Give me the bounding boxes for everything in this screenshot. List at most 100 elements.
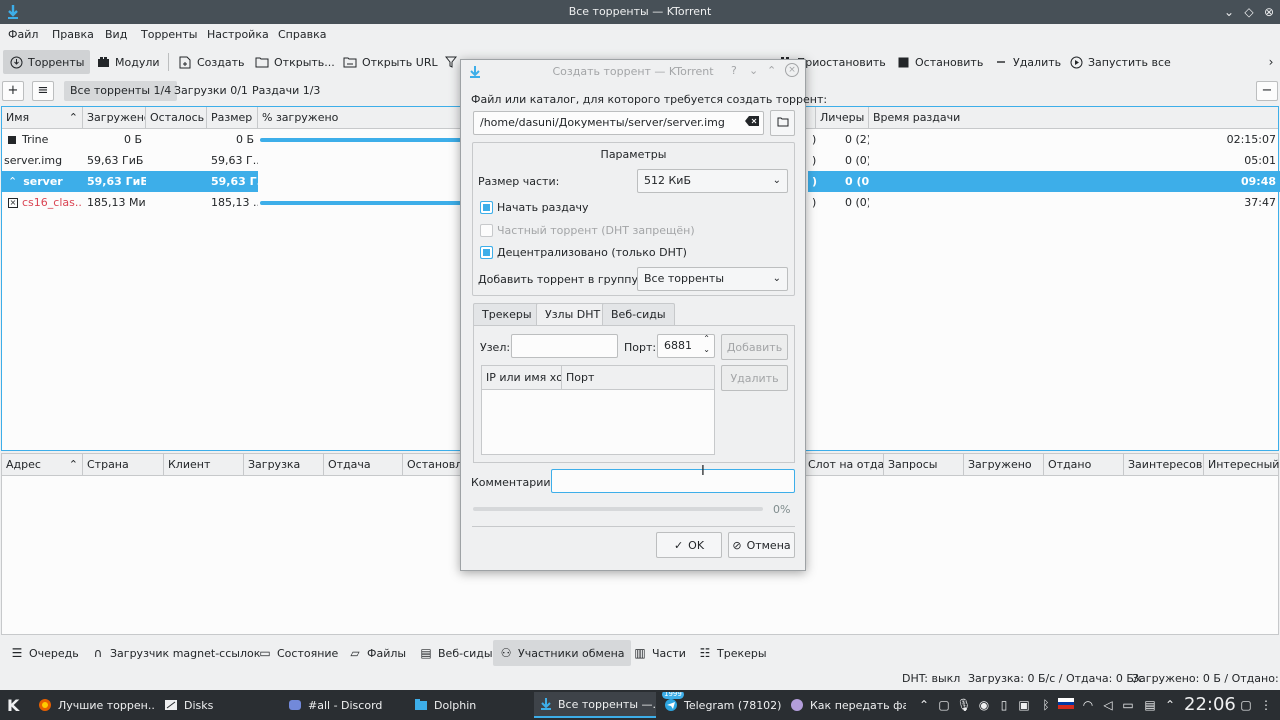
- modules-button[interactable]: Модули: [90, 50, 166, 74]
- spin-arrows-icon[interactable]: ⌃ ⌄: [703, 335, 710, 355]
- tab-chunks[interactable]: ▥ Части: [627, 640, 692, 666]
- task-telegram[interactable]: 1999 Telegram (78102): [658, 692, 782, 718]
- menu-file[interactable]: Файл: [8, 28, 38, 41]
- show-desktop-icon[interactable]: ▢: [1238, 697, 1254, 713]
- column-downloaded[interactable]: Загружено: [964, 454, 1044, 476]
- remove-node-button[interactable]: Удалить: [721, 365, 788, 391]
- tab-queue[interactable]: ☰ Очередь: [4, 640, 85, 666]
- nodes-table[interactable]: IP или имя хо Порт: [481, 365, 715, 455]
- tray-chevron-icon[interactable]: ⌃: [916, 697, 932, 713]
- add-group-button[interactable]: +: [2, 81, 24, 101]
- tab-peers[interactable]: ⚇ Участники обмена: [493, 640, 631, 666]
- tab-status[interactable]: ▭ Состояние: [252, 640, 344, 666]
- toolbar-overflow-button[interactable]: ›: [1258, 50, 1280, 74]
- column-uploaded[interactable]: Отдано: [1044, 454, 1124, 476]
- tray-notes-icon[interactable]: ▤: [1142, 697, 1158, 713]
- tray-device-icon[interactable]: ▣: [1016, 697, 1032, 713]
- tab-webseeds[interactable]: Веб-сиды: [602, 303, 675, 325]
- maximize-icon[interactable]: ◇: [1240, 3, 1258, 21]
- task-discord[interactable]: #all - Discord: [282, 692, 406, 718]
- menu-settings[interactable]: Настройка: [207, 28, 269, 41]
- browse-button[interactable]: [770, 110, 795, 136]
- group-tab-all[interactable]: Все торренты 1/4: [64, 81, 178, 101]
- task-disks[interactable]: Disks: [158, 692, 278, 718]
- column-seed-time[interactable]: Время раздачи: [869, 107, 1280, 129]
- column-country[interactable]: Страна: [83, 454, 164, 476]
- minimize-icon[interactable]: ⌄: [1220, 3, 1238, 21]
- tray-clipboard-icon[interactable]: ▢: [936, 697, 952, 713]
- app-launcher-button[interactable]: K: [2, 692, 28, 718]
- column-upload[interactable]: Отдача: [324, 454, 403, 476]
- dialog-maximize-icon[interactable]: ⌃: [767, 64, 776, 77]
- column-size[interactable]: Размер: [207, 107, 258, 129]
- tray-menu-icon[interactable]: ⋮: [1258, 697, 1274, 713]
- menu-edit[interactable]: Правка: [52, 28, 94, 41]
- group-select[interactable]: Все торренты ⌄: [637, 267, 788, 291]
- chunk-size-select[interactable]: 512 КиБ ⌄: [637, 169, 788, 193]
- tray-microphone-icon[interactable]: 🎙: [956, 697, 972, 713]
- remove-group-button[interactable]: −: [1256, 81, 1278, 101]
- menu-torrents[interactable]: Торренты: [141, 28, 197, 41]
- task-firefox[interactable]: Лучшие торрен...: [32, 692, 156, 718]
- column-name[interactable]: Имя ⌃: [2, 107, 83, 129]
- column-remaining[interactable]: Осталось: [146, 107, 207, 129]
- ok-button[interactable]: ✓ OK: [656, 532, 722, 558]
- column-upload-slot[interactable]: Слот на отдач: [804, 454, 884, 476]
- tab-trackers[interactable]: ☷ Трекеры: [692, 640, 773, 666]
- node-input[interactable]: [511, 334, 618, 358]
- column-requests[interactable]: Запросы: [884, 454, 964, 476]
- port-spinbox[interactable]: 6881 ⌃ ⌄: [657, 334, 715, 358]
- menu-help[interactable]: Справка: [278, 28, 326, 41]
- remove-button[interactable]: Удалить: [988, 50, 1067, 74]
- column-download[interactable]: Загрузка: [244, 454, 324, 476]
- task-dolphin[interactable]: Dolphin: [408, 692, 532, 718]
- tab-magnet[interactable]: ∩ Загрузчик magnet-ссылок: [85, 640, 266, 666]
- tray-battery-icon[interactable]: ▯: [996, 697, 1012, 713]
- open-button[interactable]: Открыть...: [249, 50, 341, 74]
- tab-dht-nodes[interactable]: Узлы DHT: [536, 303, 610, 326]
- clear-text-icon[interactable]: [745, 112, 759, 134]
- clock[interactable]: 22:06: [1184, 694, 1236, 715]
- create-torrent-button[interactable]: Создать: [172, 50, 251, 74]
- group-tab-seeds[interactable]: Раздачи 1/3: [246, 81, 326, 101]
- tray-expand-icon[interactable]: ⌃: [1162, 697, 1178, 713]
- tab-trackers[interactable]: Трекеры: [473, 303, 541, 325]
- group-menu-button[interactable]: ≡: [32, 81, 54, 101]
- column-seeders-tail[interactable]: [808, 107, 816, 129]
- column-leechers[interactable]: Личеры: [816, 107, 869, 129]
- column-interesting[interactable]: Интересный: [1204, 454, 1280, 476]
- column-interested[interactable]: Заинтересова: [1124, 454, 1204, 476]
- path-input[interactable]: /home/dasuni/Документы/server/server.img: [473, 111, 764, 135]
- tab-webseeds[interactable]: ▤ Веб-сиды: [413, 640, 499, 666]
- column-downloaded[interactable]: Загружено: [83, 107, 146, 129]
- tray-volume-icon[interactable]: ◁: [1100, 697, 1116, 713]
- column-client[interactable]: Клиент: [164, 454, 244, 476]
- close-icon[interactable]: ⊗: [1260, 3, 1278, 21]
- column-port[interactable]: Порт: [562, 366, 716, 390]
- add-node-button[interactable]: Добавить: [721, 334, 788, 360]
- task-browser[interactable]: Как передать фа...: [784, 692, 906, 718]
- decentralized-checkbox[interactable]: [480, 246, 493, 259]
- window-titlebar[interactable]: Все торренты — KTorrent ⌄ ◇ ⊗: [0, 0, 1280, 24]
- dialog-minimize-icon[interactable]: ⌄: [749, 64, 758, 77]
- stop-button[interactable]: Остановить: [890, 50, 989, 74]
- start-all-button[interactable]: Запустить все: [1063, 50, 1177, 74]
- tray-bluetooth-icon[interactable]: ᛒ: [1038, 697, 1054, 713]
- column-choked[interactable]: Остановле: [403, 454, 461, 476]
- task-ktorrent[interactable]: Все торренты —...: [534, 692, 656, 718]
- tray-power-icon[interactable]: ▭: [1120, 697, 1136, 713]
- torrents-view-button[interactable]: Торренты: [3, 50, 91, 74]
- private-torrent-checkbox[interactable]: [480, 224, 493, 237]
- tray-keyboard-layout-icon[interactable]: [1058, 697, 1074, 713]
- dialog-close-icon[interactable]: ×: [785, 63, 799, 77]
- group-tab-downloads[interactable]: Загрузки 0/1: [168, 81, 254, 101]
- open-url-button[interactable]: Открыть URL: [337, 50, 444, 74]
- tray-wifi-icon[interactable]: ◠: [1080, 697, 1096, 713]
- cancel-button[interactable]: ⊘ Отмена: [728, 532, 795, 558]
- comments-input[interactable]: [551, 469, 795, 493]
- column-percent[interactable]: % загружено: [258, 107, 464, 129]
- menu-view[interactable]: Вид: [105, 28, 127, 41]
- column-host[interactable]: IP или имя хо: [482, 366, 562, 390]
- start-seeding-checkbox[interactable]: [480, 201, 493, 214]
- tab-files[interactable]: ▱ Файлы: [342, 640, 412, 666]
